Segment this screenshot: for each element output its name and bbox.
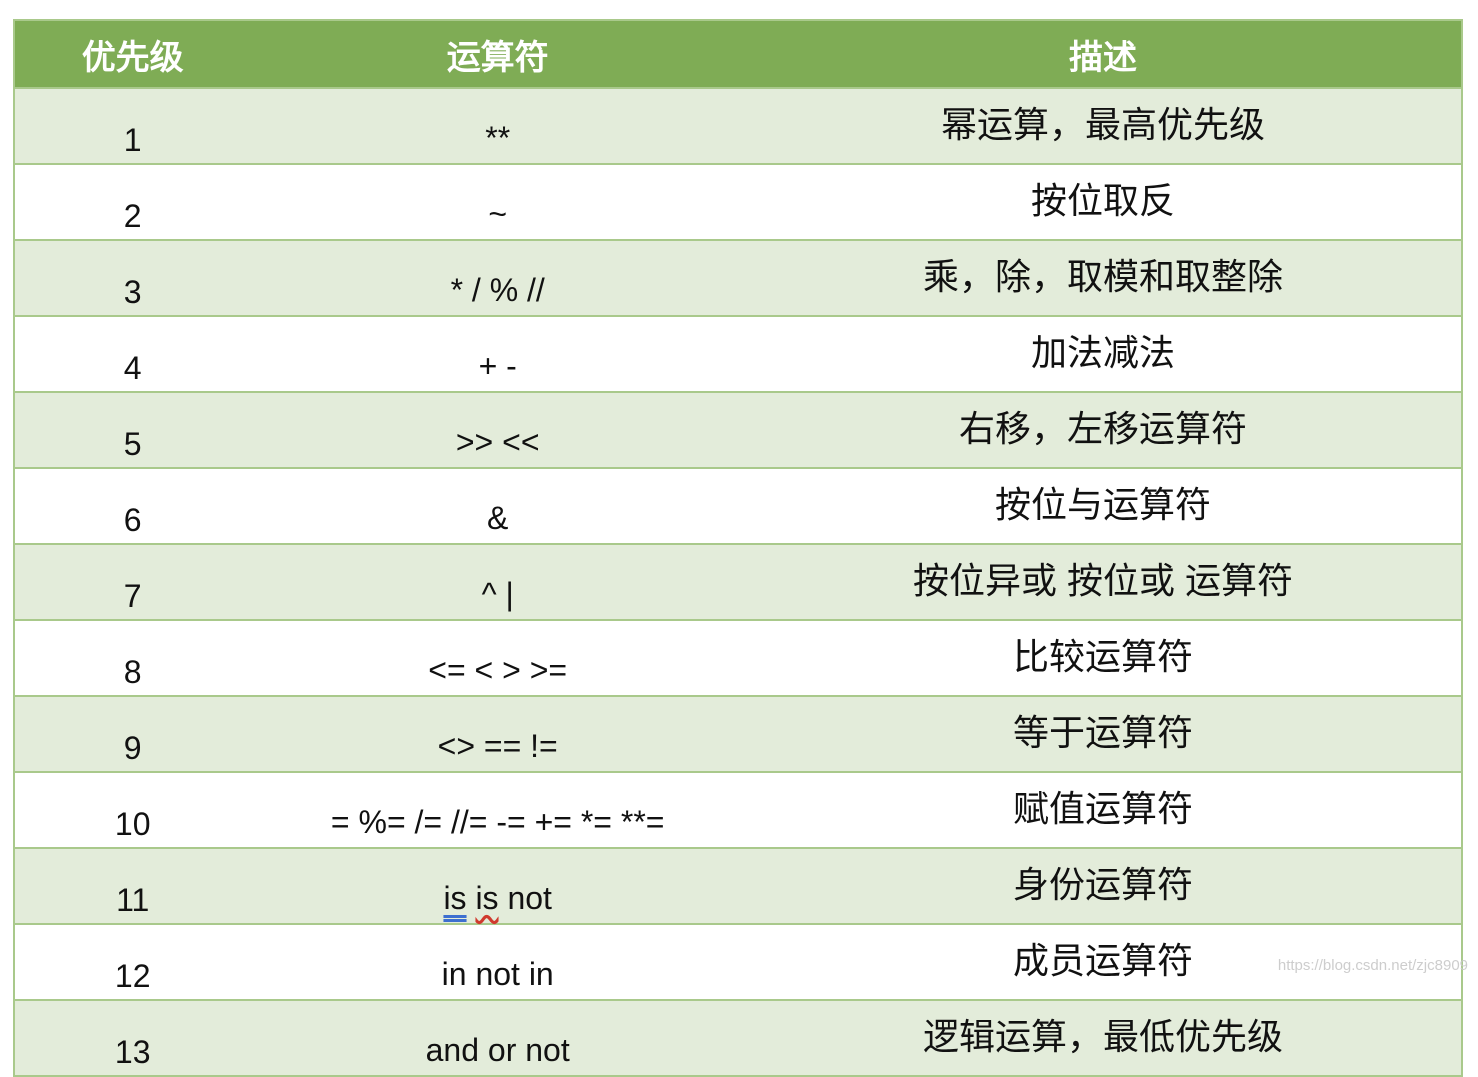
- table-row: 4 + - 加法减法: [14, 316, 1462, 393]
- operator-cell: = %= /= //= -= += *= **=: [250, 772, 745, 849]
- description-cell: 乘，除，取模和取整除: [745, 240, 1462, 317]
- priority-cell: 9: [14, 696, 251, 773]
- table-row: 10 = %= /= //= -= += *= **= 赋值运算符: [14, 772, 1462, 849]
- header-priority: 优先级: [14, 20, 251, 89]
- priority-cell: 10: [14, 772, 251, 849]
- operator-cell: * / % //: [250, 240, 745, 317]
- header-operator: 运算符: [250, 20, 745, 89]
- priority-cell: 4: [14, 316, 251, 393]
- operator-cell: >> <<: [250, 392, 745, 469]
- operator-cell: is is not: [250, 848, 745, 925]
- operator-cell: <= < > >=: [250, 620, 745, 697]
- description-cell: 右移，左移运算符: [745, 392, 1462, 469]
- table-row: 11 is is not 身份运算符: [14, 848, 1462, 925]
- priority-cell: 5: [14, 392, 251, 469]
- watermark: https://blog.csdn.net/zjc8909: [1277, 957, 1468, 974]
- spellcheck-error-word: is: [475, 880, 499, 916]
- description-cell: 身份运算符: [745, 848, 1462, 925]
- spellcheck-grammar-word: is: [443, 880, 467, 916]
- operator-cell: in not in: [250, 924, 745, 1001]
- table-row: 7 ^ | 按位异或 按位或 运算符: [14, 544, 1462, 621]
- priority-cell: 11: [14, 848, 251, 925]
- header-row: 优先级 运算符 描述: [14, 20, 1462, 89]
- table-row: 9 <> == != 等于运算符: [14, 696, 1462, 773]
- operator-cell: <> == !=: [250, 696, 745, 773]
- description-cell: 赋值运算符: [745, 772, 1462, 849]
- description-cell: 比较运算符: [745, 620, 1462, 697]
- description-cell: 幂运算，最高优先级: [745, 88, 1462, 165]
- description-cell: 逻辑运算，最低优先级: [745, 1000, 1462, 1077]
- priority-cell: 8: [14, 620, 251, 697]
- table-row: 3 * / % // 乘，除，取模和取整除: [14, 240, 1462, 317]
- operator-cell: **: [250, 88, 745, 165]
- description-cell: 按位异或 按位或 运算符: [745, 544, 1462, 621]
- operator-word: not: [507, 880, 552, 916]
- table-row: 12 in not in 成员运算符: [14, 924, 1462, 1001]
- table-row: 1 ** 幂运算，最高优先级: [14, 88, 1462, 165]
- description-cell: 按位与运算符: [745, 468, 1462, 545]
- priority-cell: 7: [14, 544, 251, 621]
- priority-cell: 1: [14, 88, 251, 165]
- priority-cell: 6: [14, 468, 251, 545]
- table-row: 13 and or not 逻辑运算，最低优先级: [14, 1000, 1462, 1077]
- operator-cell: ~: [250, 164, 745, 241]
- priority-cell: 2: [14, 164, 251, 241]
- priority-cell: 12: [14, 924, 251, 1001]
- table-row: 5 >> << 右移，左移运算符: [14, 392, 1462, 469]
- priority-cell: 3: [14, 240, 251, 317]
- header-description: 描述: [745, 20, 1462, 89]
- operator-cell: and or not: [250, 1000, 745, 1077]
- table-row: 2 ~ 按位取反: [14, 164, 1462, 241]
- table-row: 6 & 按位与运算符: [14, 468, 1462, 545]
- description-cell: 等于运算符: [745, 696, 1462, 773]
- table-row: 8 <= < > >= 比较运算符: [14, 620, 1462, 697]
- description-cell: 按位取反: [745, 164, 1462, 241]
- operator-cell: ^ |: [250, 544, 745, 621]
- priority-cell: 13: [14, 1000, 251, 1077]
- description-cell: 加法减法: [745, 316, 1462, 393]
- operator-precedence-table: 优先级 运算符 描述 1 ** 幂运算，最高优先级 2 ~ 按位取反 3 * /…: [13, 19, 1463, 1077]
- operator-cell: &: [250, 468, 745, 545]
- operator-cell: + -: [250, 316, 745, 393]
